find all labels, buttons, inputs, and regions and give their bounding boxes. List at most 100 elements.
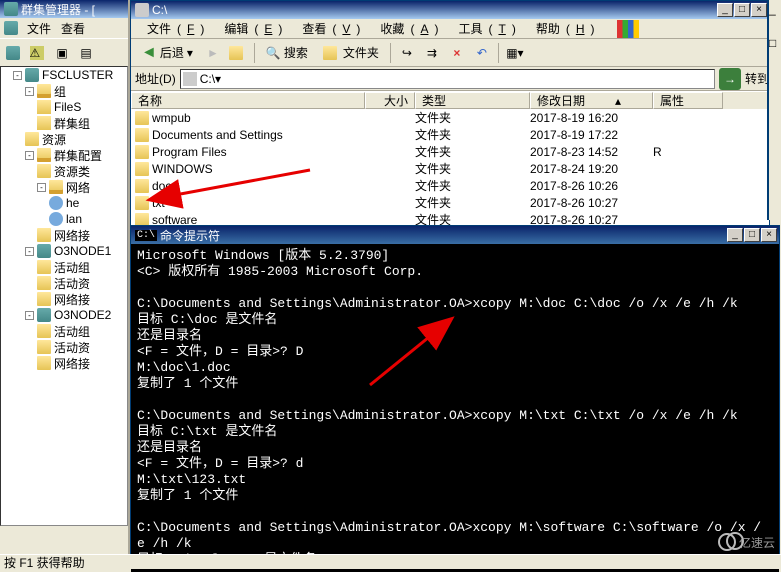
address-bar: 地址(D) C:\ ▾ → 转到 [131,67,769,91]
cmd-titlebar[interactable]: C:\ 命令提示符 _ □ × [131,226,779,244]
file-list[interactable]: wmpub文件夹2017-8-19 16:20Documents and Set… [131,109,769,229]
cmd-close-button[interactable]: × [761,228,777,242]
table-row[interactable]: Documents and Settings文件夹2017-8-19 17:22 [131,126,769,143]
drive-icon [183,72,197,86]
copyto-icon[interactable]: ⇉ [421,42,443,64]
server-icon [25,68,39,82]
explorer-menubar: 文件(F) 编辑(E) 查看(V) 收藏(A) 工具(T) 帮助(H) [131,19,769,39]
group-icon [37,116,51,130]
cmd-maximize-button[interactable]: □ [744,228,760,242]
cluster-menu-file[interactable]: 文件 [23,18,55,39]
network-icon [49,196,63,210]
explorer-toolbar: ◄后退 ▾ ► 🔍搜索 文件夹 ↪ ⇉ × ↶ ▦▾ [131,39,769,67]
close-button[interactable]: × [751,3,767,17]
cluster-title: 群集管理器 - [ [21,1,95,18]
folder-icon [37,228,51,242]
up-button[interactable] [227,42,249,64]
menu-file[interactable]: 文件(F) [135,18,210,39]
minimize-button[interactable]: _ [717,3,733,17]
cmd-title: 命令提示符 [160,227,220,244]
group-icon [37,100,51,114]
node-icon [37,244,51,258]
folders-button[interactable]: 文件夹 [317,42,385,64]
toggle-icon[interactable]: - [13,71,22,80]
bg-max[interactable]: □ [769,36,781,50]
moveto-icon[interactable]: ↪ [396,42,418,64]
tool-1[interactable] [3,42,25,64]
watermark-logo: 亿速云 [718,533,775,551]
tool-3[interactable]: ▣ [51,42,73,64]
menu-fav[interactable]: 收藏(A) [368,18,444,39]
explorer-title: C:\ [152,3,167,17]
folder-open-icon [37,148,51,162]
network-icon [49,212,63,226]
folder-open-icon [37,84,51,98]
col-mod[interactable]: 修改日期▴ [530,92,653,109]
background-window-edge: _ □ [767,0,781,220]
cmd-icon: C:\ [135,230,157,241]
cluster-menu-view[interactable]: 查看 [57,18,89,39]
cluster-menubar: 文件 查看 [0,18,128,38]
menu-help[interactable]: 帮助(H) [524,18,601,39]
list-header: 名称 大小 类型 修改日期▴ 属性 [131,91,769,109]
folder-icon [135,162,149,176]
folder-icon [37,276,51,290]
dropdown-icon[interactable]: ▾ [215,72,221,86]
search-button[interactable]: 🔍搜索 [260,42,314,64]
forward-button[interactable]: ► [202,42,224,64]
cmd-minimize-button[interactable]: _ [727,228,743,242]
cmd-window: C:\ 命令提示符 _ □ × Microsoft Windows [版本 5.… [130,225,780,569]
col-size[interactable]: 大小 [365,92,415,109]
cluster-toolbar: ⚠ ▣ ▤ [0,38,128,66]
folder-icon [135,145,149,159]
views-icon[interactable]: ▦▾ [504,42,526,64]
cluster-titlebar[interactable]: 群集管理器 - [ [0,0,128,18]
explorer-window: C:\ _ □ × 文件(F) 编辑(E) 查看(V) 收藏(A) 工具(T) … [130,0,770,225]
folder-icon [135,128,149,142]
folder-icon [37,324,51,338]
go-button[interactable]: → [719,68,741,90]
table-row[interactable]: Program Files文件夹2017-8-23 14:52R [131,143,769,160]
folder-icon [37,292,51,306]
table-row[interactable]: wmpub文件夹2017-8-19 16:20 [131,109,769,126]
menu-view[interactable]: 查看(V) [290,18,366,39]
folder-icon [135,179,149,193]
address-label: 地址(D) [135,70,176,87]
go-label[interactable]: 转到 [745,70,769,87]
table-row[interactable]: WINDOWS文件夹2017-8-24 19:20 [131,160,769,177]
maximize-button[interactable]: □ [734,3,750,17]
folder-icon [37,356,51,370]
drive-icon [135,3,149,17]
folder-open-icon [49,180,63,194]
tree-group[interactable]: 组 [54,83,66,100]
node-icon [37,308,51,322]
col-attr[interactable]: 属性 [653,92,723,109]
windows-flag-icon [617,20,639,38]
cmd-output[interactable]: Microsoft Windows [版本 5.2.3790] <C> 版权所有… [131,244,779,572]
menu-edit[interactable]: 编辑(E) [212,18,288,39]
folder-icon [25,132,39,146]
delete-icon[interactable]: × [446,42,468,64]
status-bar: 按 F1 获得帮助 [0,554,781,569]
cluster-tree[interactable]: -FSCLUSTER -组 FileS 群集组 资源 -群集配置 资源类 -网络… [0,66,128,526]
table-row[interactable]: txt文件夹2017-8-26 10:27 [131,194,769,211]
cluster-icon [4,2,18,16]
folder-icon [135,111,149,125]
back-button[interactable]: ◄后退 ▾ [135,42,199,64]
tree-root[interactable]: FSCLUSTER [42,68,113,82]
folder-icon [135,196,149,210]
col-type[interactable]: 类型 [415,92,530,109]
address-input[interactable]: C:\ ▾ [180,69,715,89]
folder-icon [37,260,51,274]
table-row[interactable]: doc文件夹2017-8-26 10:26 [131,177,769,194]
explorer-titlebar[interactable]: C:\ _ □ × [131,1,769,19]
tool-4[interactable]: ▤ [75,42,97,64]
folder-icon [37,164,51,178]
col-name[interactable]: 名称 [131,92,365,109]
tool-2[interactable]: ⚠ [27,42,49,64]
sys-icon[interactable] [4,21,18,35]
menu-tools[interactable]: 工具(T) [446,18,521,39]
folder-icon [37,340,51,354]
bg-min[interactable]: _ [769,2,781,16]
undo-icon[interactable]: ↶ [471,42,493,64]
